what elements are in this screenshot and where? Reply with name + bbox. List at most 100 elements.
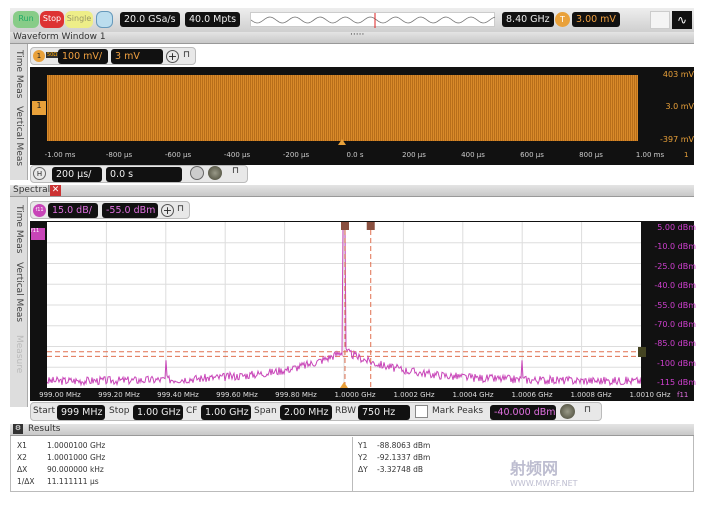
spectrum-x-label: 999.80 MHz [275,391,317,399]
stop-button[interactable]: Stop [40,11,64,28]
timebase-field[interactable]: 200 µs/ [52,167,102,182]
tab-vertical-meas[interactable]: Vertical Meas [14,262,24,322]
single-button[interactable]: Single [65,11,93,28]
center-frequency-field[interactable]: 1.00 GHz [201,405,251,420]
search-icon[interactable] [650,11,670,29]
rbw-field[interactable]: 750 Hz [358,405,410,420]
channel-ground-marker[interactable]: 1 [32,101,46,115]
autoscale-icon[interactable] [96,11,113,28]
sample-rate-display[interactable]: 20.0 GSa/s [120,12,180,27]
pin-icon[interactable]: ⊓ [584,405,591,415]
waveform-trace [47,75,638,141]
impedance-badge: 50Ω [46,52,59,58]
drag-handle[interactable]: ····· [350,29,364,42]
memory-depth-display[interactable]: 40.0 Mpts [185,12,241,27]
stop-field[interactable]: 1.00 GHz [133,405,183,420]
spectrum-x-label: 999.40 MHz [157,391,199,399]
results-title: Results [28,424,61,434]
zoom-icon[interactable] [190,166,204,180]
run-button[interactable]: Run [13,11,39,28]
trigger-badge[interactable]: T [555,12,570,27]
waveform-x-label: 800 µs [579,151,603,159]
result-key: X2 [17,453,27,462]
marker-x2-handle [366,222,375,230]
function-badge[interactable]: f11 [33,204,46,217]
tab-measure[interactable]: Measure [14,335,24,373]
start-field[interactable]: 999 MHz [57,405,105,420]
horizontal-badge[interactable]: H [33,167,46,180]
result-value: 90.000000 kHz [47,465,104,474]
spectrum-y-label: -55.0 dBm [654,300,696,310]
function-ground-marker[interactable]: f11 [31,228,45,240]
spectrum-y-label: -70.0 dBm [654,320,696,329]
spectrum-x-label: 1.0008 GHz [570,391,612,399]
mark-peaks-label: Mark Peaks [432,406,484,416]
result-value: -3.32748 dB [377,465,424,474]
vertical-scale-field[interactable]: 100 mV/ [58,49,108,64]
spectrum-y-label: -10.0 dBm [654,242,696,252]
spectrum-y-label: -100 dBm [656,358,696,368]
channel-marker: 1 [684,151,689,159]
waveform-window-titlebar[interactable]: Waveform Window 1 ····· [10,29,694,44]
pin-icon[interactable]: ⊓ [183,50,190,60]
overview-wave [250,13,496,28]
trace-label: f11 [677,391,689,399]
tab-vertical-meas[interactable]: Vertical Meas [14,106,24,166]
waveform-x-label: -800 µs [105,151,133,159]
add-icon[interactable]: + [161,204,174,217]
spectral-window-titlebar[interactable]: Spectral ✕ [10,185,694,197]
vertical-offset-field[interactable]: 3 mV [111,49,163,64]
waveform-x-label: -600 µs [164,151,192,159]
pin-icon[interactable]: ⊓ [232,166,239,176]
trigger-level-display[interactable]: 3.00 mV [572,12,620,27]
mark-peaks-threshold-field[interactable]: -40.000 dBm [490,405,556,420]
waveform-window-title: Waveform Window 1 [13,32,106,42]
result-key: Y2 [358,453,368,462]
spectrum-x-label: 1.0006 GHz [511,391,553,399]
result-key: X1 [17,441,27,450]
channel-1-badge[interactable]: 1 [33,50,45,62]
waveform-x-label: -200 µs [282,151,310,159]
result-value: -92.1337 dBm [377,453,431,462]
mark-peaks-checkbox[interactable] [415,405,428,418]
cf-label: CF [186,406,198,416]
spectrum-plot-area[interactable] [47,222,641,388]
result-key: 1/ΔX [17,477,35,486]
spectrum-y-label: -115 dBm [656,378,696,388]
result-value: 1.0001000 GHz [47,453,106,462]
waveform-x-label: 0.0 s [346,151,364,159]
results-titlebar[interactable]: ⚙ Results [10,424,694,436]
waveform-x-label: 200 µs [402,151,426,159]
bandwidth-display[interactable]: 8.40 GHz [502,12,554,27]
rbw-label: RBW [335,406,357,416]
spectrum-x-label: 999.20 MHz [98,391,140,399]
knob-icon[interactable] [208,166,222,180]
spectral-offset-field[interactable]: -55.0 dBm [102,203,158,218]
spectral-window-title: Spectral [13,185,51,195]
result-key: ΔY [358,465,368,474]
watermark-logo: 射频网 WWW.MWRF.NET [510,459,578,488]
close-icon[interactable]: ✕ [50,185,61,196]
spectrum-x-label: 999.60 MHz [216,391,258,399]
span-field[interactable]: 2.00 MHz [280,405,332,420]
spectrum-x-label: 1.0010 GHz [629,391,671,399]
ref-level-marker[interactable] [638,347,646,357]
trigger-point-marker [338,139,346,145]
knob-icon[interactable] [560,404,575,419]
result-value: 1.0000100 GHz [47,441,106,450]
waveform-overview[interactable] [250,12,496,28]
spectrum-x-label: 1.0002 GHz [393,391,435,399]
tab-time-meas[interactable]: Time Meas [14,50,24,98]
gear-icon[interactable]: ⚙ [13,424,23,434]
waveform-x-label: -1.00 ms [44,151,76,159]
spectrum-x-label: 1.0004 GHz [452,391,494,399]
add-icon[interactable]: + [166,50,179,63]
horizontal-position-field[interactable]: 0.0 s [106,167,182,182]
spectrum-x-label: 1.0000 GHz [334,391,376,399]
marker-x1-handle [341,222,349,230]
spectral-scale-field[interactable]: 15.0 dB/ [48,203,98,218]
tab-time-meas[interactable]: Time Meas [14,205,24,253]
waveform-mode-icon[interactable]: ∿ [672,11,692,29]
result-key: Y1 [358,441,368,450]
pin-icon[interactable]: ⊓ [177,204,184,214]
